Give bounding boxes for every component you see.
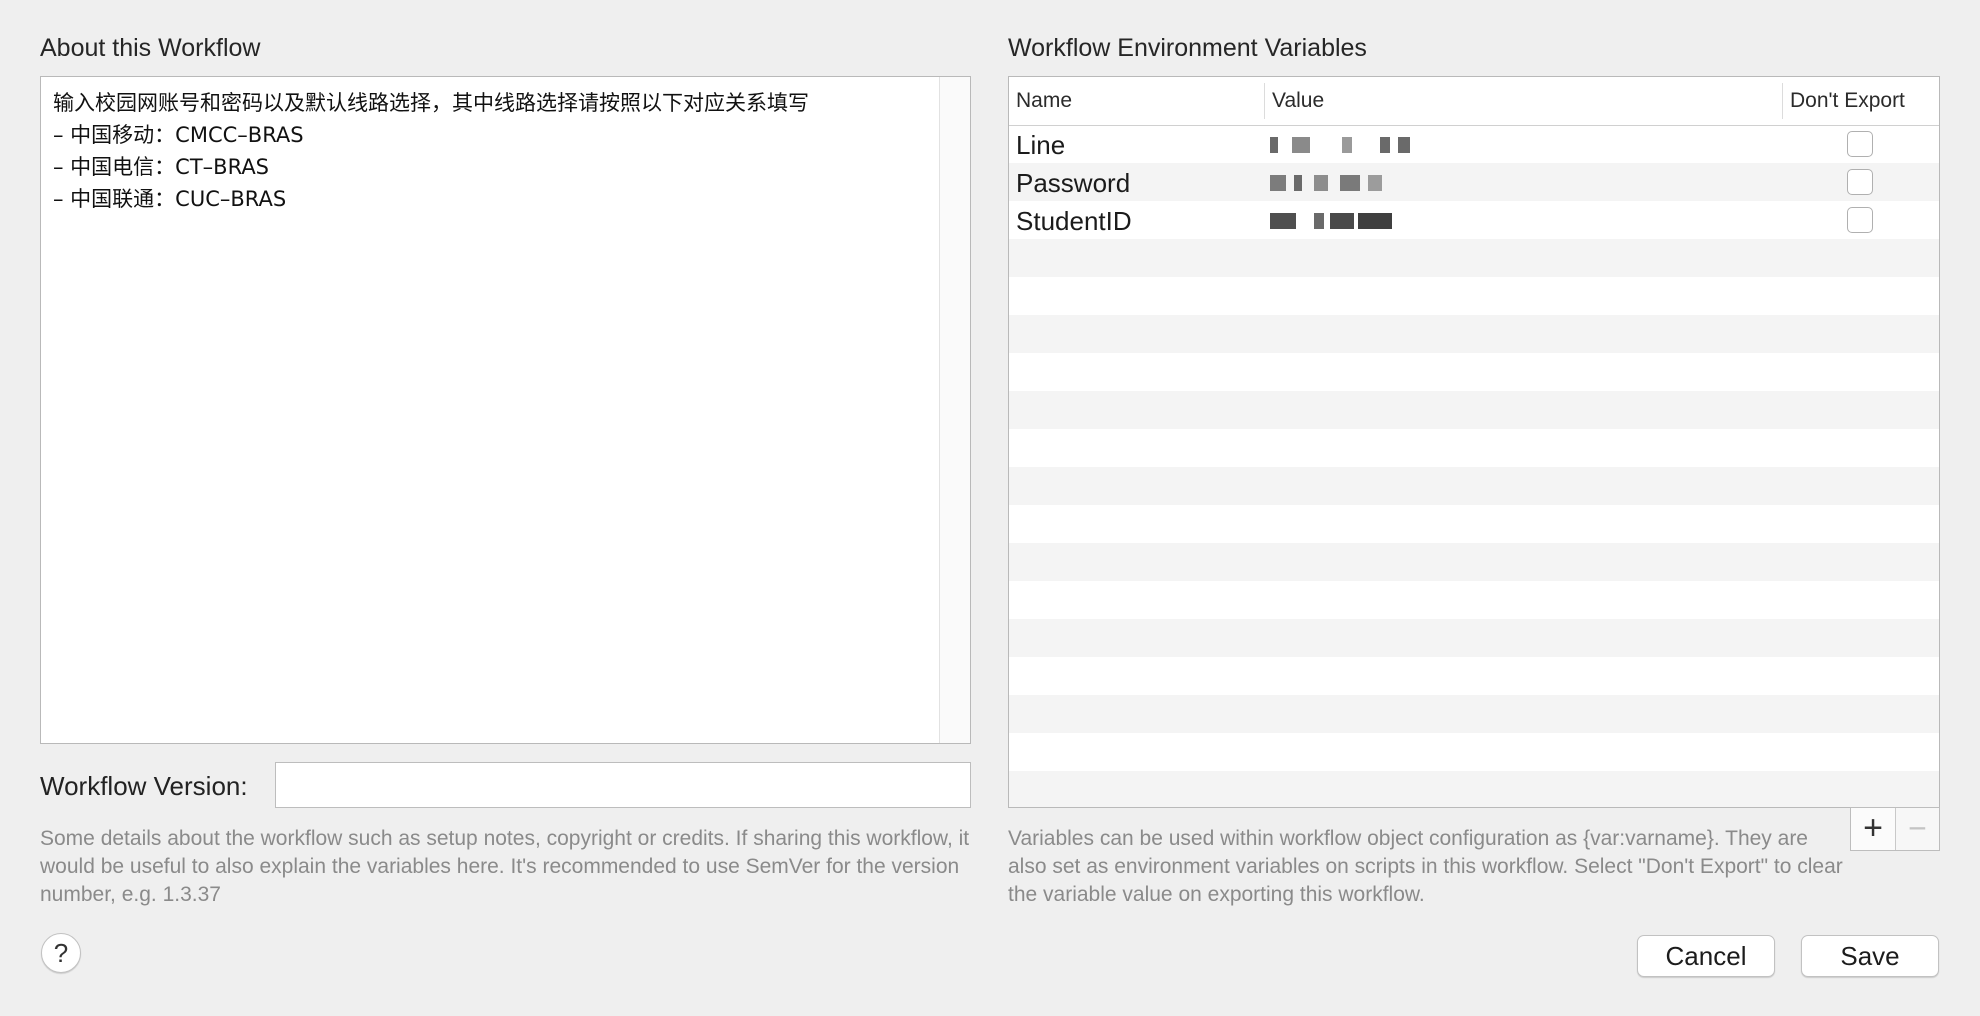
variable-name[interactable]: Line — [1016, 130, 1065, 161]
about-help-text: Some details about the workflow such as … — [40, 827, 970, 906]
about-textarea[interactable]: 输入校园网账号和密码以及默认线路选择，其中线路选择请按照以下对应关系填写 – 中… — [40, 76, 971, 744]
column-header-dont-export[interactable]: Don't Export — [1790, 89, 1905, 113]
empty-row — [1009, 353, 1939, 391]
empty-row — [1009, 505, 1939, 543]
column-divider — [1782, 83, 1783, 119]
table-header: Name Value Don't Export — [1009, 77, 1939, 126]
dont-export-checkbox[interactable] — [1847, 169, 1873, 195]
environment-variables-title: Workflow Environment Variables — [1008, 34, 1367, 62]
column-header-value[interactable]: Value — [1272, 89, 1324, 113]
about-line: – 中国联通：CUC–BRAS — [53, 187, 287, 211]
empty-row — [1009, 657, 1939, 695]
cancel-button[interactable]: Cancel — [1637, 935, 1775, 977]
about-line: 输入校园网账号和密码以及默认线路选择，其中线路选择请按照以下对应关系填写 — [53, 91, 809, 115]
save-button[interactable]: Save — [1801, 935, 1939, 977]
add-remove-control: + − — [1850, 807, 1940, 851]
table-row[interactable]: StudentID — [1009, 201, 1939, 239]
empty-row — [1009, 467, 1939, 505]
about-scrollbar[interactable] — [939, 77, 970, 743]
empty-row — [1009, 239, 1939, 277]
empty-row — [1009, 315, 1939, 353]
about-workflow-title: About this Workflow — [40, 34, 261, 62]
empty-row — [1009, 543, 1939, 581]
empty-row — [1009, 277, 1939, 315]
empty-row — [1009, 733, 1939, 771]
dont-export-checkbox[interactable] — [1847, 131, 1873, 157]
variable-name[interactable]: StudentID — [1016, 206, 1132, 237]
empty-row — [1009, 619, 1939, 657]
empty-row — [1009, 429, 1939, 467]
dont-export-checkbox[interactable] — [1847, 207, 1873, 233]
about-line: – 中国移动：CMCC–BRAS — [53, 123, 304, 147]
help-button[interactable]: ? — [41, 933, 81, 973]
workflow-version-input[interactable] — [275, 762, 971, 808]
empty-row — [1009, 581, 1939, 619]
column-header-name[interactable]: Name — [1016, 89, 1072, 113]
environment-variables-help-text: Variables can be used within workflow ob… — [1008, 827, 1843, 906]
variable-name[interactable]: Password — [1016, 168, 1130, 199]
column-divider — [1264, 83, 1265, 119]
table-row[interactable]: Password — [1009, 163, 1939, 201]
empty-row — [1009, 391, 1939, 429]
add-variable-button[interactable]: + — [1851, 808, 1896, 850]
table-body: Line Password StudentID — [1009, 125, 1939, 807]
environment-variables-table: Name Value Don't Export Line Password St… — [1008, 76, 1940, 808]
remove-variable-button[interactable]: − — [1896, 808, 1939, 850]
workflow-version-label: Workflow Version: — [40, 771, 248, 801]
about-text-content: 输入校园网账号和密码以及默认线路选择，其中线路选择请按照以下对应关系填写 – 中… — [53, 87, 936, 215]
table-row[interactable]: Line — [1009, 125, 1939, 163]
about-line: – 中国电信：CT–BRAS — [53, 155, 270, 179]
empty-row — [1009, 771, 1939, 807]
empty-row — [1009, 695, 1939, 733]
